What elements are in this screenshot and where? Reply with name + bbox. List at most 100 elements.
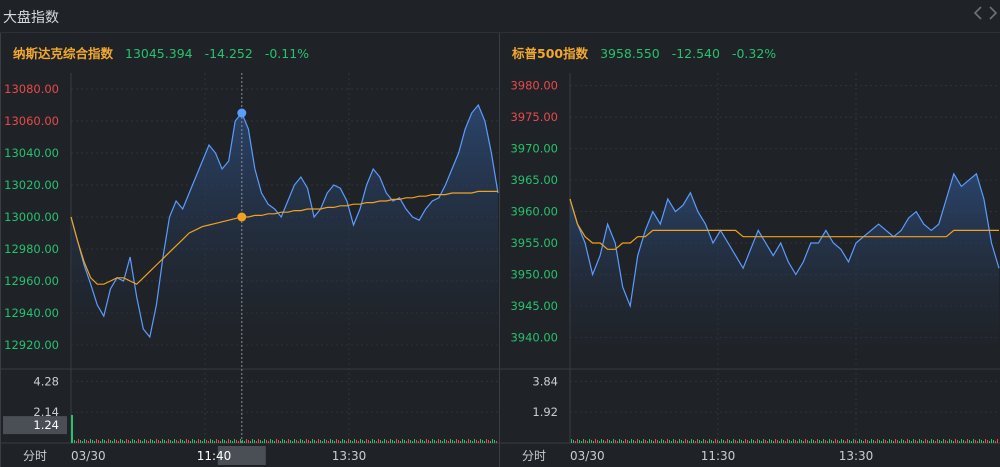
volume-bar [749,441,750,443]
volume-bar [452,440,453,443]
volume-bar [755,441,756,443]
volume-bar [933,440,934,443]
price-tick-label: 13060.00 [4,114,59,128]
volume-bar [398,440,399,443]
sp500-panel[interactable]: 标普500指数 3958.550 -12.540 -0.32% 3980.00 3… [499,33,1000,467]
volume-bar [615,440,616,443]
volume-bar [599,441,600,443]
volume-bar [939,440,940,443]
volume-bar [234,439,235,443]
volume-bar [212,440,213,443]
volume-bar [196,441,197,443]
volume-bar [621,440,622,443]
volume-bar [727,439,728,443]
volume-bar [587,441,588,443]
nasdaq-panel[interactable]: 纳斯达克综合指数 13045.394 -14.252 -0.11% 13080.… [0,33,500,467]
volume-bar [228,439,229,443]
volume-bar [743,441,744,443]
volume-bar [244,441,245,443]
volume-bar [687,440,688,443]
volume-bar [763,439,764,443]
volume-bar [717,440,718,443]
volume-bar [364,441,365,443]
volume-bar [953,441,954,443]
volume-bar [777,440,778,443]
time-label: 分时 [23,449,47,463]
volume-bar [458,440,459,443]
volume-bar [150,439,151,443]
volume-bar [919,439,920,443]
volume-bar [639,440,640,443]
volume-bar [82,441,83,443]
volume-bar [701,441,702,443]
volume-bar [400,441,401,443]
sp500-chart[interactable]: 3980.00 3975.00 3970.00 3965.00 3960.00 3955.… [500,33,1000,467]
volume-bar [342,439,343,443]
volume-bar [320,440,321,443]
volume-bar [991,439,992,443]
volume-tick-label: 3.84 [532,374,558,388]
volume-bar [609,440,610,443]
volume-bar [274,441,275,443]
volume-bar [216,439,217,443]
volume-bar [138,439,139,443]
header: 大盘指数 [0,0,1000,33]
chevron-left-icon[interactable] [972,5,984,25]
volume-bar [807,440,808,443]
volume-bar [787,439,788,443]
volume-bar [637,439,638,443]
volume-bar [967,439,968,443]
volume-bar [210,439,211,443]
volume-bar [482,440,483,443]
volume-bar [707,441,708,443]
volume-bar [813,440,814,443]
volume-bar [466,441,467,443]
volume-bar [360,439,361,443]
volume-bar [955,439,956,443]
volume-bar [665,441,666,443]
volume-bar [645,440,646,443]
volume-bar [765,440,766,443]
time-tick-label: 03/30 [71,449,106,463]
volume-bar [823,439,824,443]
volume-bar [791,441,792,443]
volume-bar [769,439,770,443]
price-tick-label: 12980.00 [4,242,59,256]
volume-bar [963,440,964,443]
volume-bar [903,440,904,443]
volume-bar [376,441,377,443]
volume-bar [454,441,455,443]
volume-bar [819,440,820,443]
volume-bar [76,441,77,443]
volume-bar [292,441,293,443]
volume-bar [124,441,125,443]
volume-bar [623,441,624,443]
volume-bar [617,441,618,443]
nasdaq-chart[interactable]: 13080.00 13060.00 13040.00 13020.00 13000.00… [1,33,500,467]
volume-bar [90,439,91,443]
volume-bar [108,439,109,443]
volume-bar [258,439,259,443]
volume-bar [366,439,367,443]
volume-bar [613,439,614,443]
volume-bar [312,439,313,443]
volume-bar [773,441,774,443]
volume-bar [178,441,179,443]
volume-bar [266,440,267,443]
volume-bar [304,441,305,443]
volume-bar [208,441,209,443]
volume-bar [84,439,85,443]
chevron-right-icon[interactable] [987,5,999,25]
volume-bar [739,439,740,443]
volume-bar [741,440,742,443]
volume-bar [861,440,862,443]
volume-bar [448,441,449,443]
volume-bar [571,439,572,443]
volume-bar [931,439,932,443]
volume-bar [927,440,928,443]
volume-bar [232,441,233,443]
volume-bar [106,441,107,443]
volume-bar [709,439,710,443]
volume-bar [705,440,706,443]
volume-bar [140,440,141,443]
